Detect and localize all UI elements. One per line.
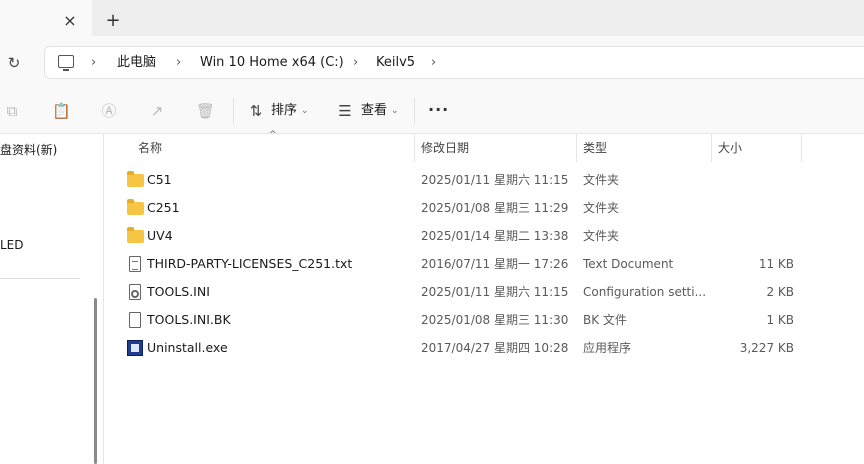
file-modified: 2017/04/27 星期四 10:28: [421, 341, 569, 355]
file-type: BK 文件: [583, 313, 627, 327]
chevron-down-icon[interactable]: ⌄: [391, 101, 399, 121]
file-modified: 2025/01/14 星期二 13:38: [421, 229, 569, 243]
chevron-right-icon[interactable]: ›: [353, 54, 358, 72]
sort-button[interactable]: 排序: [271, 101, 297, 121]
file-modified: 2025/01/11 星期六 11:15: [421, 285, 569, 299]
file-name: C51: [147, 172, 172, 187]
file-row[interactable]: C251 2025/01/08 星期三 11:29 文件夹: [105, 194, 864, 222]
file-row[interactable]: C51 2025/01/11 星期六 11:15 文件夹: [105, 166, 864, 194]
address-bar[interactable]: › 此电脑 › Win 10 Home x64 (C:) › Keilv5 ›: [44, 46, 864, 79]
file-type: 应用程序: [583, 341, 632, 355]
chevron-right-icon[interactable]: ›: [431, 54, 436, 72]
breadcrumb-this-pc[interactable]: 此电脑: [117, 54, 156, 72]
computer-icon[interactable]: [58, 55, 74, 71]
file-name: TOOLS.INI: [147, 284, 210, 299]
paste-icon[interactable]: 📋: [52, 102, 71, 120]
file-modified: 2025/01/08 星期三 11:30: [421, 313, 569, 327]
chevron-right-icon[interactable]: ›: [176, 54, 181, 72]
new-tab-icon[interactable]: +: [103, 11, 123, 31]
column-header-name[interactable]: 名称: [138, 134, 162, 162]
file-size: [705, 194, 794, 222]
delete-icon[interactable]: 🗑: [196, 102, 215, 120]
file-type: 文件夹: [583, 201, 620, 215]
chevron-down-icon[interactable]: ⌄: [301, 101, 309, 121]
nav-scrollbar[interactable]: [94, 298, 97, 464]
file-size: 3,227 KB: [739, 341, 794, 355]
toolbar-divider: [414, 98, 415, 124]
file-size: 11 KB: [758, 257, 794, 271]
column-separator[interactable]: [414, 134, 415, 162]
file-row[interactable]: Uninstall.exe 2017/04/27 星期四 10:28 应用程序 …: [105, 334, 864, 362]
file-row[interactable]: TOOLS.INI.BK 2025/01/08 星期三 11:30 BK 文件 …: [105, 306, 864, 334]
navigation-pane: 金盘资料(新) 大LED: [0, 134, 104, 464]
column-header-type[interactable]: 类型: [583, 134, 607, 162]
view-icon[interactable]: ☰: [336, 102, 354, 120]
folder-icon: [127, 199, 144, 215]
chevron-right-icon[interactable]: ›: [91, 54, 96, 72]
file-row[interactable]: UV4 2025/01/14 星期二 13:38 文件夹: [105, 222, 864, 250]
file-type: Text Document: [583, 257, 674, 271]
file-icon: [129, 312, 141, 328]
file-row[interactable]: THIRD-PARTY-LICENSES_C251.txt 2016/07/11…: [105, 250, 864, 278]
column-separator[interactable]: [576, 134, 577, 162]
command-bar: ⧉ 📋 Ⓐ ↗ 🗑 ⇅ 排序 ⌄ ☰ 查看 ⌄ ···: [0, 88, 864, 134]
folder-icon: [127, 227, 144, 243]
copy-icon[interactable]: ⧉: [3, 102, 21, 120]
breadcrumb-keilv5[interactable]: Keilv5: [376, 54, 415, 72]
nav-item-led[interactable]: 大LED: [0, 237, 24, 253]
nav-divider: [0, 278, 80, 279]
address-row: ↻ › 此电脑 › Win 10 Home x64 (C:) › Keilv5 …: [0, 36, 864, 88]
sort-icon[interactable]: ⇅: [247, 102, 265, 120]
file-size: 1 KB: [766, 313, 794, 327]
file-size: 2 KB: [766, 285, 794, 299]
column-header-modified[interactable]: 修改日期: [421, 134, 469, 162]
file-type: Configuration setti...: [583, 285, 705, 299]
file-size: [705, 166, 794, 194]
column-separator[interactable]: [711, 134, 712, 162]
exe-icon: [127, 340, 143, 356]
file-modified: 2016/07/11 星期一 17:26: [421, 257, 569, 271]
sort-ascending-icon: ^: [269, 130, 277, 140]
refresh-icon[interactable]: ↻: [4, 53, 24, 73]
file-type: 文件夹: [583, 229, 620, 243]
share-icon[interactable]: ↗: [148, 102, 166, 120]
file-list: ^ 名称 修改日期 类型 大小 C51 2025/01/11 星期六 11:15…: [105, 130, 864, 464]
rename-icon[interactable]: Ⓐ: [100, 102, 118, 120]
gear-icon: [131, 290, 139, 298]
file-name: TOOLS.INI.BK: [147, 312, 231, 327]
column-header-size[interactable]: 大小: [718, 134, 742, 162]
nav-item-disk-materials[interactable]: 金盘资料(新): [0, 142, 57, 158]
toolbar-divider: [233, 98, 234, 124]
file-name: C251: [147, 200, 180, 215]
close-icon[interactable]: ×: [60, 11, 80, 31]
file-name: Uninstall.exe: [147, 340, 228, 355]
more-options-icon[interactable]: ···: [428, 100, 449, 120]
file-modified: 2025/01/11 星期六 11:15: [421, 173, 569, 187]
file-modified: 2025/01/08 星期三 11:29: [421, 201, 569, 215]
folder-icon: [127, 171, 144, 187]
file-name: THIRD-PARTY-LICENSES_C251.txt: [147, 256, 353, 271]
file-size: [705, 222, 794, 250]
file-row[interactable]: TOOLS.INI 2025/01/11 星期六 11:15 Configura…: [105, 278, 864, 306]
view-button[interactable]: 查看: [361, 101, 387, 121]
column-separator[interactable]: [801, 134, 802, 162]
breadcrumb-drive-c[interactable]: Win 10 Home x64 (C:): [200, 54, 344, 72]
text-file-icon: [129, 256, 141, 272]
file-name: UV4: [147, 228, 173, 243]
file-type: 文件夹: [583, 173, 620, 187]
